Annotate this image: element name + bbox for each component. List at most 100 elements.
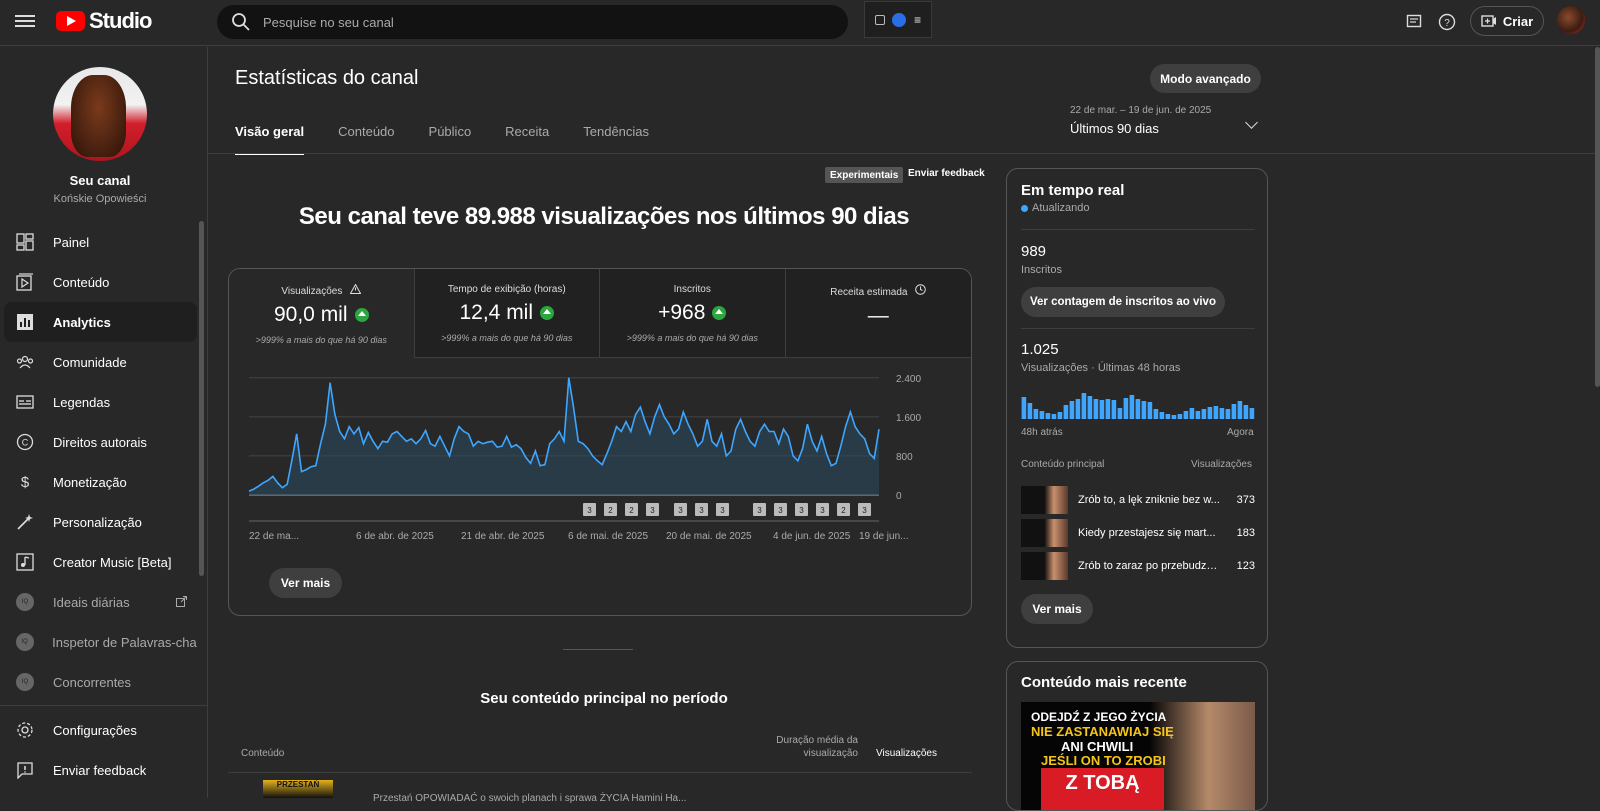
sidebar-item-creator-music[interactable]: Creator Music [Beta] — [4, 542, 197, 582]
channel-avatar[interactable] — [53, 67, 147, 161]
realtime-see-more-button[interactable]: Ver mais — [1021, 594, 1093, 624]
sidebar-item-legendas[interactable]: Legendas — [4, 382, 197, 422]
realtime-bar[interactable] — [1219, 408, 1225, 419]
live-subscriber-count-button[interactable]: Ver contagem de inscritos ao vivo — [1021, 287, 1225, 317]
video-thumbnail[interactable]: PRZESTAŃ — [263, 780, 333, 798]
sidebar-item-analytics[interactable]: Analytics — [4, 302, 197, 342]
realtime-bar[interactable] — [1129, 395, 1135, 419]
realtime-bar[interactable] — [1105, 399, 1111, 419]
metric-subscribers[interactable]: Inscritos +968 >999% a mais do que há 90… — [600, 269, 786, 358]
studio-logo[interactable]: Studio — [56, 8, 152, 34]
realtime-bar[interactable] — [1081, 393, 1087, 419]
recent-video-thumbnail[interactable]: ODEJDŹ Z JEGO ŻYCIA NIE ZASTANAWIAJ SIĘ … — [1021, 702, 1255, 810]
views-chart[interactable]: 0 800 1.600 2.400 3 2 2 3 3 3 3 3 3 3 3 2 3 22 de ma... 6 … — [229, 358, 972, 548]
realtime-axis-left: 48h atrás — [1021, 427, 1063, 438]
realtime-bar[interactable] — [1027, 403, 1033, 419]
metric-revenue[interactable]: Receita estimada — — [785, 269, 971, 358]
realtime-bar[interactable] — [1171, 415, 1177, 419]
search-bar[interactable] — [217, 5, 848, 39]
tab-publico[interactable]: Público — [429, 124, 472, 155]
realtime-content-item[interactable]: Zrób to, a lęk zniknie bez w... 373 — [1021, 486, 1255, 514]
sidebar-item-concorrentes[interactable]: IQ Concorrentes — [4, 662, 197, 702]
metric-views[interactable]: Visualizações 90,0 mil >999% a mais do q… — [229, 269, 415, 358]
realtime-content-item[interactable]: Zrób to zaraz po przebudze... 123 — [1021, 552, 1255, 580]
metric-watch-time[interactable]: Tempo de exibição (horas) 12,4 mil >999%… — [414, 269, 600, 358]
advanced-mode-button[interactable]: Modo avançado — [1150, 64, 1261, 93]
realtime-bar[interactable] — [1057, 412, 1063, 419]
sidebar-item-direitos-autorais[interactable]: C Direitos autorais — [4, 422, 197, 462]
realtime-bar-chart[interactable] — [1021, 389, 1255, 419]
realtime-bar[interactable] — [1039, 411, 1045, 419]
realtime-bar[interactable] — [1087, 396, 1093, 419]
sidebar-item-label: Configurações — [53, 722, 137, 738]
realtime-bar[interactable] — [1189, 408, 1195, 419]
account-avatar[interactable] — [1557, 6, 1585, 34]
realtime-bar[interactable] — [1123, 398, 1129, 419]
vidiq-extension-icon[interactable] — [892, 12, 907, 27]
search-input[interactable] — [263, 14, 803, 30]
sidebar-item-ideais-diarias[interactable]: IQ Ideais diárias — [4, 582, 197, 622]
realtime-bar[interactable] — [1051, 414, 1057, 419]
realtime-bar[interactable] — [1099, 400, 1105, 419]
realtime-bar[interactable] — [1093, 399, 1099, 419]
realtime-bar[interactable] — [1201, 409, 1207, 419]
realtime-bar[interactable] — [1135, 399, 1141, 419]
metric-value: 12,4 mil — [459, 301, 534, 324]
table-header-views[interactable]: Visualizações — [876, 748, 937, 759]
realtime-bar[interactable] — [1225, 409, 1231, 419]
tab-visao-geral[interactable]: Visão geral — [235, 124, 305, 155]
sidebar-item-personalizacao[interactable]: Personalização — [4, 502, 197, 542]
realtime-bar[interactable] — [1159, 412, 1165, 419]
period-selector[interactable]: 22 de mar. – 19 de jun. de 2025 Últimos … — [1070, 105, 1275, 136]
realtime-bar[interactable] — [1033, 409, 1039, 419]
sidebar-item-comunidade[interactable]: Comunidade — [4, 342, 197, 382]
sidebar-item-configuracoes[interactable]: Configurações — [4, 710, 197, 750]
sidebar-item-painel[interactable]: Painel — [4, 222, 197, 262]
subscriber-label: Inscritos — [1021, 264, 1062, 276]
sidebar-item-inspetor-palavras[interactable]: IQ Inspetor de Palavras-chav — [4, 622, 197, 662]
chart-extension-icon[interactable] — [874, 14, 885, 25]
video-title[interactable]: Przestań OPOWIADAĆ o swoich planach i sp… — [373, 793, 686, 804]
tab-conteudo[interactable]: Conteúdo — [338, 124, 394, 155]
realtime-bar[interactable] — [1147, 402, 1153, 419]
table-header-avg-duration[interactable]: Duração média da visualização — [758, 734, 858, 760]
comments-icon[interactable] — [1403, 11, 1425, 33]
tab-tendencias[interactable]: Tendências — [583, 124, 649, 155]
create-button[interactable]: Criar — [1470, 6, 1544, 36]
sidebar-scrollbar[interactable] — [199, 221, 204, 576]
tab-receita[interactable]: Receita — [505, 124, 549, 155]
realtime-bar[interactable] — [1243, 405, 1249, 419]
menu-icon[interactable] — [15, 12, 35, 32]
channel-handle: Końskie Opowieści — [53, 193, 147, 205]
see-more-button[interactable]: Ver mais — [269, 568, 342, 598]
page-scrollbar[interactable] — [1595, 47, 1600, 387]
realtime-bar[interactable] — [1063, 405, 1069, 419]
realtime-bar[interactable] — [1213, 406, 1219, 419]
extension-toolbar[interactable]: ≡ — [864, 1, 932, 38]
realtime-bar[interactable] — [1237, 401, 1243, 419]
sidebar-item-conteudo[interactable]: Conteúdo — [4, 262, 197, 302]
sidebar-item-monetizacao[interactable]: $ Monetização — [4, 462, 197, 502]
list-extension-icon[interactable]: ≡ — [914, 13, 921, 27]
realtime-bar[interactable] — [1075, 399, 1081, 419]
top-content-label: Conteúdo principal — [1021, 459, 1105, 470]
realtime-bar[interactable] — [1141, 401, 1147, 419]
realtime-bar[interactable] — [1207, 407, 1213, 419]
realtime-bar[interactable] — [1249, 408, 1255, 419]
realtime-bar[interactable] — [1021, 397, 1027, 419]
realtime-bar[interactable] — [1183, 411, 1189, 419]
sidebar-item-enviar-feedback[interactable]: Enviar feedback — [4, 750, 197, 790]
realtime-bar[interactable] — [1045, 413, 1051, 419]
send-feedback-link[interactable]: Enviar feedback — [908, 168, 985, 179]
realtime-bar[interactable] — [1069, 401, 1075, 419]
realtime-bar[interactable] — [1177, 414, 1183, 419]
help-icon[interactable]: ? — [1436, 11, 1458, 33]
realtime-bar[interactable] — [1153, 409, 1159, 419]
realtime-content-item[interactable]: Kiedy przestajesz się mart... 183 — [1021, 519, 1255, 547]
realtime-bar[interactable] — [1165, 414, 1171, 419]
realtime-bar[interactable] — [1111, 400, 1117, 419]
realtime-bar[interactable] — [1231, 404, 1237, 419]
video-marker-label: 3 — [720, 506, 725, 515]
realtime-bar[interactable] — [1117, 408, 1123, 419]
realtime-bar[interactable] — [1195, 411, 1201, 419]
